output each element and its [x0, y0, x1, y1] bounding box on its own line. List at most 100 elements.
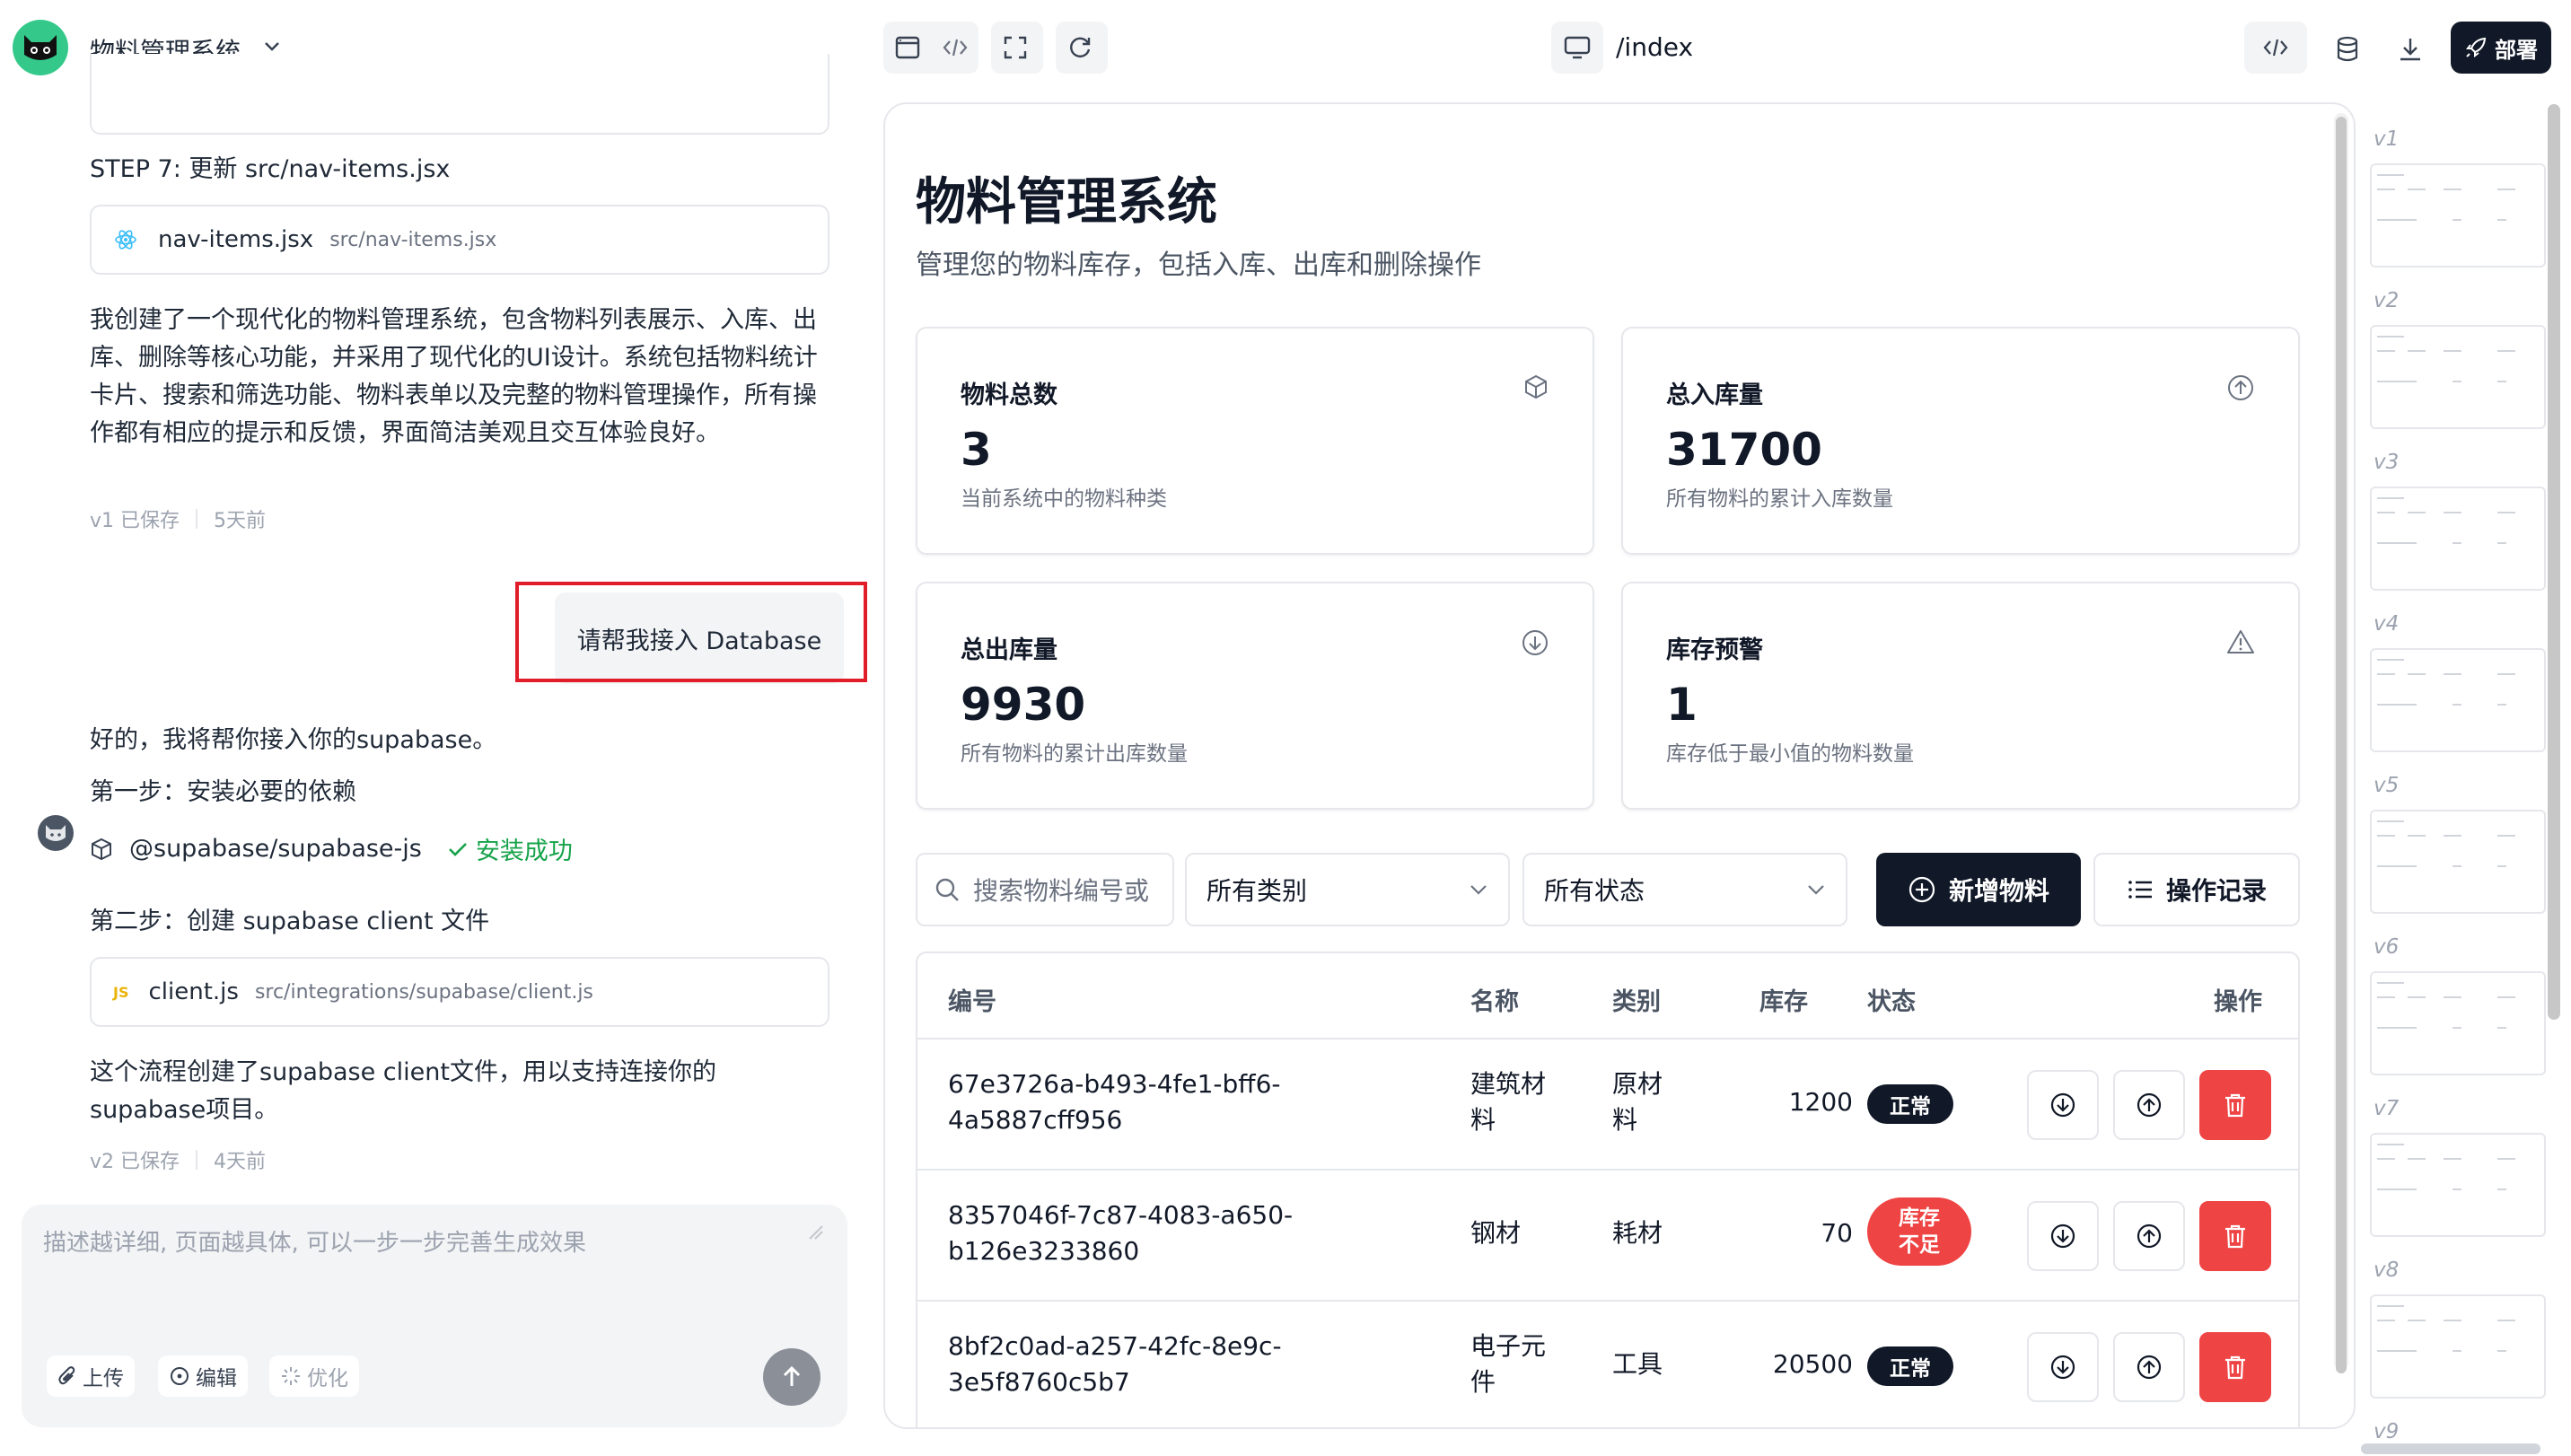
optimize-label: 优化: [307, 1367, 348, 1390]
device-toggle-button[interactable]: [1551, 22, 1603, 74]
fullscreen-button[interactable]: [991, 23, 1040, 72]
database-button[interactable]: [2323, 25, 2372, 74]
optimize-button[interactable]: 优化: [269, 1355, 359, 1397]
assistant-summary: 我创建了一个现代化的物料管理系统，包含物料列表展示、入库、出库、删除等核心功能，…: [90, 306, 818, 447]
cell-name: 钢材: [1470, 1218, 1522, 1248]
version-label[interactable]: v5: [2374, 774, 2399, 797]
file-card-nav-items[interactable]: nav-items.jsx src/nav-items.jsx: [90, 205, 829, 275]
source-code-button[interactable]: [2251, 23, 2300, 72]
stock-out-button[interactable]: [2027, 1070, 2099, 1140]
file-name: client.js: [148, 978, 239, 1005]
version-thumbnail[interactable]: [2370, 487, 2546, 591]
trash-icon: [2225, 1224, 2245, 1249]
database-icon: [2337, 36, 2358, 62]
stock-in-button[interactable]: [2113, 1070, 2185, 1140]
dependency-row: @supabase/supabase-js 安装成功: [90, 831, 573, 866]
version-label[interactable]: v4: [2374, 612, 2399, 636]
version-thumbnail[interactable]: [2370, 810, 2546, 914]
chat-composer[interactable]: 描述越详细, 页面越具体, 可以一步一步完善生成效果 上传 编辑 优化: [22, 1205, 847, 1427]
version-label[interactable]: v9: [2374, 1420, 2399, 1443]
delete-button[interactable]: [2199, 1332, 2271, 1402]
arrow-up-circle-icon: [2137, 1092, 2162, 1118]
delete-button[interactable]: [2199, 1201, 2271, 1271]
target-icon: [171, 1367, 189, 1385]
resize-handle-icon[interactable]: [804, 1221, 824, 1241]
materials-table: 编号 名称 类别 库存 状态 操作 67e3726a-b493-4fe1-bff…: [916, 952, 2300, 1427]
preview-frame: 物料管理系统 管理您的物料库存，包括入库、出库和删除操作 物料总数 3 当前系统…: [883, 102, 2356, 1429]
edit-button[interactable]: 编辑: [158, 1355, 248, 1397]
previous-file-card[interactable]: [90, 54, 829, 135]
chevron-down-icon[interactable]: [262, 39, 282, 54]
version-label[interactable]: v8: [2374, 1259, 2399, 1282]
download-button[interactable]: [2386, 25, 2435, 74]
browser-icon: [895, 36, 919, 59]
version-rail-scrollbar[interactable]: [2548, 104, 2560, 1020]
box-icon: [1522, 373, 1549, 400]
operation-log-label: 操作记录: [2165, 876, 2267, 906]
route-path[interactable]: /index: [1616, 32, 1693, 62]
composer-placeholder[interactable]: 描述越详细, 页面越具体, 可以一步一步完善生成效果: [43, 1224, 586, 1258]
stock-in-button[interactable]: [2113, 1201, 2185, 1271]
version-label[interactable]: v6: [2374, 935, 2399, 959]
search-input[interactable]: 搜索物料编号或: [916, 853, 1174, 926]
cell-id: 67e3726a-b493-4fe1-bff6- 4a5887cff956: [948, 1069, 1281, 1135]
horizontal-scrollbar[interactable]: [2361, 1443, 2540, 1454]
stock-out-button[interactable]: [2027, 1201, 2099, 1271]
assistant-avatar: [38, 815, 74, 851]
delete-button[interactable]: [2199, 1070, 2271, 1140]
operation-log-button[interactable]: 操作记录: [2093, 853, 2300, 926]
stat-card-total-out: 总出库量 9930 所有物料的累计出库数量: [916, 582, 1594, 810]
refresh-group: [1056, 22, 1108, 74]
page-title: 物料管理系统: [916, 173, 1217, 232]
deploy-button[interactable]: 部署: [2451, 22, 2551, 74]
arrow-down-circle-icon: [1521, 628, 1549, 657]
add-material-label: 新增物料: [1948, 876, 2049, 906]
step-7-text: STEP 7: 更新 src/nav-items.jsx: [90, 155, 451, 183]
version-thumbnail[interactable]: [2370, 1133, 2546, 1237]
version-label[interactable]: v1: [2374, 127, 2399, 151]
version-thumbnail[interactable]: [2370, 163, 2546, 268]
file-path: src/integrations/supabase/client.js: [254, 980, 593, 1004]
preview-mode-button[interactable]: [883, 23, 931, 72]
column-header-id: 编号: [948, 988, 996, 1016]
arrow-down-circle-icon: [2050, 1355, 2075, 1380]
assistant-result: 这个流程创建了supabase client文件，用以支持连接你的supabas…: [90, 1058, 716, 1124]
view-toggle-group: [883, 22, 978, 74]
send-button[interactable]: [763, 1348, 820, 1406]
preview-scrollbar-thumb[interactable]: [2336, 117, 2347, 1373]
upload-button[interactable]: 上传: [47, 1355, 135, 1397]
app-logo[interactable]: [13, 20, 68, 75]
stat-title: 总出库量: [961, 636, 1057, 664]
version-label[interactable]: v7: [2374, 1097, 2399, 1120]
stock-out-button[interactable]: [2027, 1332, 2099, 1402]
column-header-actions: 操作: [2214, 988, 2262, 1016]
search-placeholder: 搜索物料编号或: [973, 876, 1150, 906]
version-label[interactable]: v2: [2374, 289, 2399, 312]
add-material-button[interactable]: 新增物料: [1876, 853, 2081, 926]
version-thumbnail[interactable]: [2370, 1294, 2546, 1399]
plus-circle-icon: [1909, 876, 1935, 903]
file-card-client[interactable]: JS client.js src/integrations/supabase/c…: [90, 957, 829, 1027]
cat-avatar-icon: [46, 825, 66, 841]
version-thumbnail[interactable]: [2370, 648, 2546, 752]
status-badge: 正常: [1867, 1346, 1953, 1386]
page-subtitle: 管理您的物料库存，包括入库、出库和删除操作: [916, 250, 1481, 281]
status-select[interactable]: 所有状态: [1522, 853, 1847, 926]
check-icon: [448, 842, 467, 856]
version-label[interactable]: v3: [2374, 451, 2399, 474]
upload-label: 上传: [83, 1367, 124, 1390]
category-select[interactable]: 所有类别: [1185, 853, 1510, 926]
stat-title: 库存预警: [1666, 636, 1763, 664]
stock-in-button[interactable]: [2113, 1332, 2185, 1402]
download-icon: [2400, 39, 2420, 61]
code-mode-button[interactable]: [931, 23, 978, 72]
refresh-button[interactable]: [1056, 23, 1104, 72]
status-badge-line1: 库存: [1899, 1206, 1940, 1230]
status-badge: 正常: [1867, 1084, 1953, 1124]
column-header-category: 类别: [1612, 988, 1661, 1016]
version-meta-v1: v1 已保存 5天前: [90, 504, 266, 533]
version-thumbnail[interactable]: [2370, 325, 2546, 429]
stat-card-low-stock: 库存预警 1 库存低于最小值的物料数量: [1621, 582, 2300, 810]
version-thumbnail[interactable]: [2370, 971, 2546, 1075]
react-icon: [115, 230, 136, 250]
